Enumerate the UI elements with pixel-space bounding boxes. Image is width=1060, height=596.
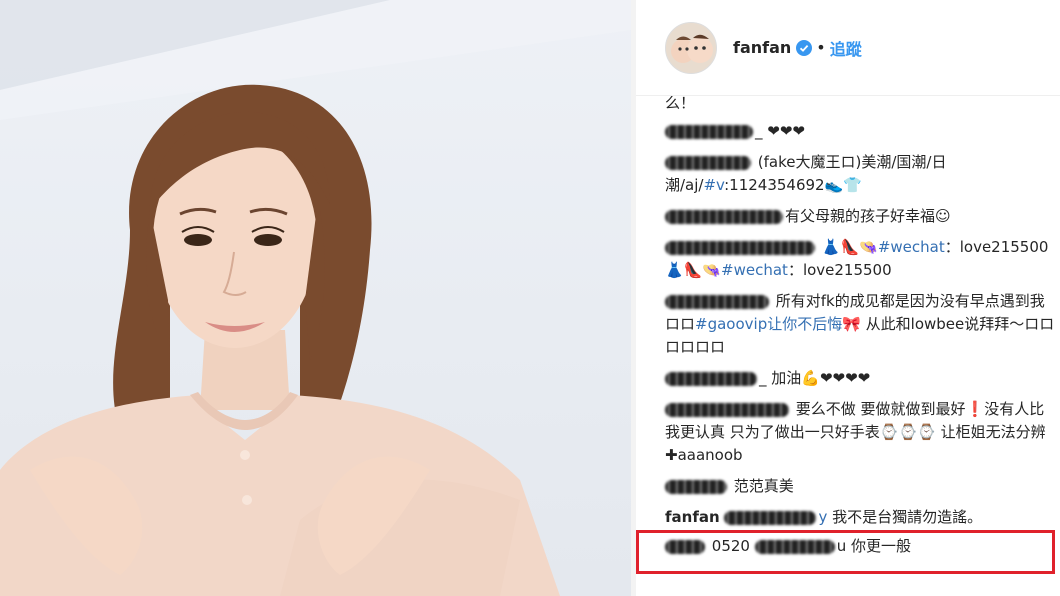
blurred-username[interactable] xyxy=(665,124,753,139)
list-item: (fake大魔王ロ)美潮/国潮/日潮/aj/#v:1124354692👟👕 xyxy=(665,151,1057,197)
follow-button[interactable]: 追蹤 xyxy=(830,36,862,60)
hashtag-link[interactable]: #wechat xyxy=(721,261,788,279)
list-item: 么！ xyxy=(665,96,1057,110)
blurred-username[interactable] xyxy=(665,209,783,224)
separator-dot: • xyxy=(816,38,826,57)
blurred-username[interactable] xyxy=(665,240,815,255)
comment-text: _ 加油💪❤❤❤❤ xyxy=(759,369,871,387)
blurred-username[interactable] xyxy=(665,155,751,170)
verified-badge-icon xyxy=(796,39,813,56)
blurred-mention[interactable] xyxy=(724,510,817,525)
comments-list: 么！ _ ❤❤❤ (fake大魔王ロ)美潮/国潮/日潮/aj/#v:112435… xyxy=(665,96,1057,566)
blurred-username[interactable] xyxy=(665,371,757,386)
list-item: 范范真美 xyxy=(665,475,1057,498)
post-username[interactable]: fanfan xyxy=(733,38,791,57)
comment-text: ：love215500 xyxy=(787,261,892,279)
avatar[interactable] xyxy=(665,21,717,74)
comment-text: _ ❤❤❤ xyxy=(755,122,805,140)
blurred-username[interactable] xyxy=(665,294,769,309)
list-item: _ 加油💪❤❤❤❤ xyxy=(665,367,1057,390)
mention-tail[interactable]: y xyxy=(818,508,827,526)
hashtag-link[interactable]: #wechat xyxy=(878,238,945,256)
post-header: fanfan • 追蹤 xyxy=(636,0,1060,96)
comment-author[interactable]: fanfan xyxy=(665,508,720,526)
list-item: _ ❤❤❤ xyxy=(665,120,1057,143)
blurred-username[interactable] xyxy=(665,402,789,417)
comment-text: 么！ xyxy=(665,96,696,110)
comment-text: 我不是台獨請勿造謠。 xyxy=(832,508,983,526)
highlight-box xyxy=(636,530,1055,574)
comment-text: 有父母親的孩子好幸福☺ xyxy=(785,207,951,225)
list-item: 所有对fk的成见都是因为没有早点遇到我ロロ#gaoovip让你不后悔🎀 从此和l… xyxy=(665,290,1057,359)
photo-illustration xyxy=(0,0,631,596)
hashtag-link[interactable]: #gaoovip让你不后悔 xyxy=(695,315,842,333)
highlighted-comment: fanfan y 我不是台獨請勿造謠。 xyxy=(665,506,1057,529)
post-photo xyxy=(0,0,631,596)
list-item: 有父母親的孩子好幸福☺ xyxy=(665,205,1057,228)
hashtag-link[interactable]: #v xyxy=(703,176,724,194)
list-item: 要么不做 要做就做到最好❗没有人比我更认真 只为了做出一只好手表⌚⌚⌚ 让柜姐无… xyxy=(665,398,1057,467)
comment-text: :1124354692👟👕 xyxy=(724,176,862,194)
post-panel: fanfan • 追蹤 么！ _ ❤❤❤ (fake大魔王ロ)美潮/国潮/日潮/… xyxy=(636,0,1060,596)
list-item: 👗👠👒#wechat：love215500👗👠👒#wechat：love2155… xyxy=(665,236,1057,282)
blurred-username[interactable] xyxy=(665,479,727,494)
comment-text: 👗👠👒 xyxy=(821,238,878,256)
comment-text: 范范真美 xyxy=(733,477,794,495)
avatar-icon xyxy=(666,22,716,73)
